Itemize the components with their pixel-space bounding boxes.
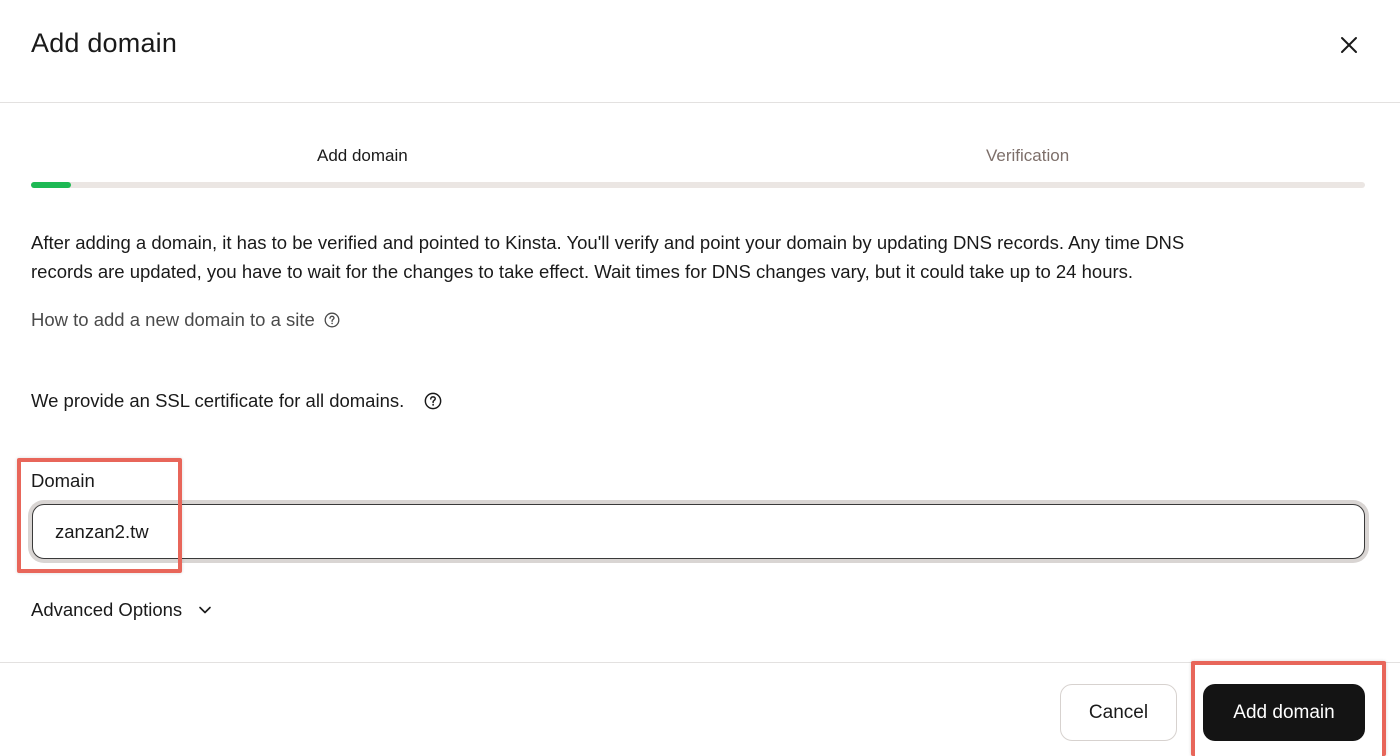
- chevron-down-icon: [199, 606, 211, 614]
- step-verification: Verification: [986, 146, 1070, 165]
- intro-line-1: After adding a domain, it has to be veri…: [31, 232, 1185, 253]
- modal-footer: [0, 662, 1400, 756]
- help-link-text: How to add a new domain to a site: [31, 309, 315, 330]
- domain-input[interactable]: [32, 504, 1365, 559]
- modal-title: Add domain: [31, 28, 178, 58]
- question-circle-icon: [324, 312, 340, 328]
- stepper: Add domain Verification: [31, 140, 1365, 190]
- question-circle-icon[interactable]: [424, 392, 442, 410]
- domain-label: Domain: [31, 470, 95, 491]
- intro-text: After adding a domain, it has to be veri…: [31, 228, 1331, 286]
- step-add-domain: Add domain: [317, 146, 408, 165]
- add-domain-button[interactable]: Add domain: [1203, 684, 1365, 741]
- advanced-options-toggle[interactable]: Advanced Options: [31, 599, 212, 621]
- progress-fill: [31, 182, 72, 188]
- intro-line-2: records are updated, you have to wait fo…: [31, 261, 1134, 282]
- close-icon: [1341, 37, 1357, 53]
- progress-track: [31, 182, 1365, 188]
- ssl-info: We provide an SSL certificate for all do…: [31, 390, 442, 412]
- modal-header: Add domain: [0, 0, 1400, 103]
- ssl-text: We provide an SSL certificate for all do…: [31, 390, 405, 411]
- help-link[interactable]: How to add a new domain to a site: [31, 309, 340, 331]
- domain-field-wrapper: [28, 500, 1369, 563]
- cancel-button[interactable]: Cancel: [1060, 684, 1177, 741]
- close-button[interactable]: [1334, 30, 1364, 60]
- advanced-options-label: Advanced Options: [31, 599, 183, 620]
